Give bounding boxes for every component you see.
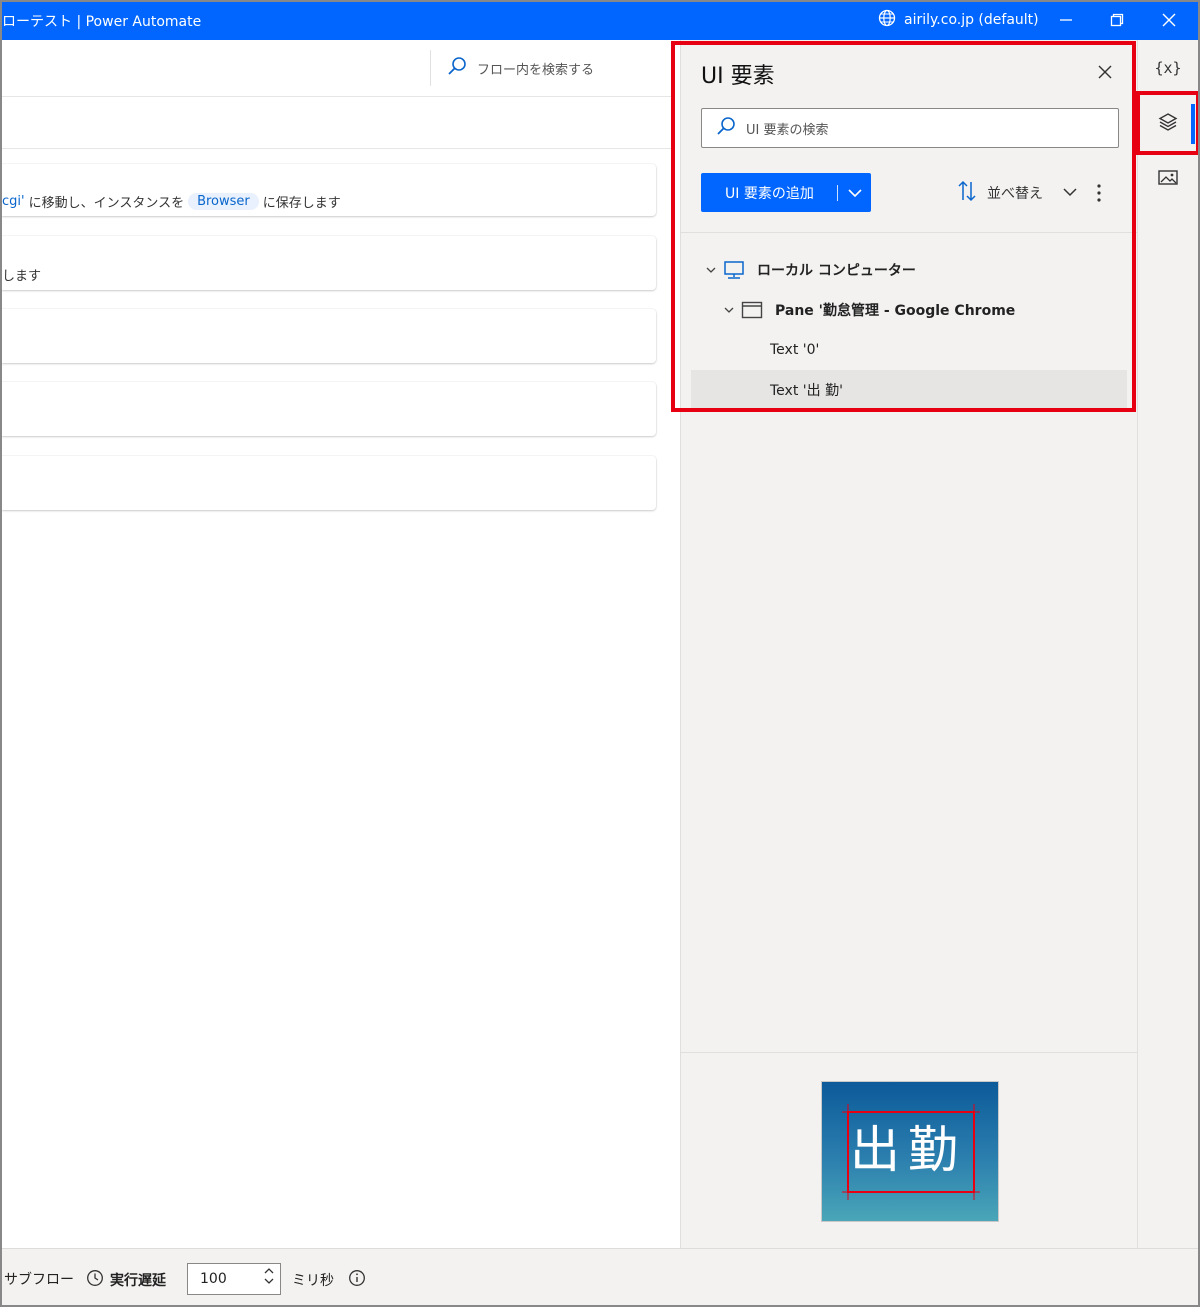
tree-item-label: Pane '勤怠管理 - Google Chrome [775, 303, 1016, 319]
panel-title: UI 要素 [701, 64, 775, 89]
close-icon [1098, 65, 1112, 79]
chevron-up-icon [264, 1268, 274, 1274]
action-text: に保存します [262, 196, 341, 211]
subflow-tabs-bar [2, 97, 673, 149]
search-icon [447, 56, 467, 80]
ui-elements-panel: UI 要素 UI 要素の検索 UI 要素の追加 並べ替え ローカル コンピュータ… [680, 40, 1137, 1248]
active-tab-indicator [1191, 104, 1195, 144]
sort-button[interactable]: 並べ替え [957, 180, 1077, 206]
chevron-down-icon [847, 188, 862, 197]
environment-label: airily.co.jp (default) [904, 12, 1039, 28]
chevron-down-icon [264, 1278, 274, 1284]
action-card[interactable]: cgi' に移動し、インスタンスを Browser に保存します [2, 164, 656, 216]
tree-item-label: Text '出 勤' [770, 383, 843, 399]
action-description: します [2, 265, 41, 284]
window-icon [739, 301, 765, 319]
flow-toolbar: フロー内を検索する [2, 40, 673, 97]
flow-search-placeholder: フロー内を検索する [477, 62, 595, 78]
tree-item-text-0[interactable]: Text '0' [691, 330, 1127, 370]
add-dropdown-button[interactable] [838, 188, 871, 198]
tree-item-text-shukkin[interactable]: Text '出 勤' [691, 370, 1127, 410]
action-description: cgi' に移動し、インスタンスを Browser に保存します [2, 192, 341, 211]
ui-elements-panel-header: UI 要素 UI 要素の検索 UI 要素の追加 並べ替え [681, 40, 1137, 233]
selection-outline [842, 1104, 980, 1200]
search-icon [716, 116, 736, 140]
flow-designer: フロー内を検索する cgi' に移動し、インスタンスを Browser に保存し… [0, 40, 673, 1248]
images-tab[interactable] [1138, 152, 1198, 208]
chevron-down-icon[interactable] [719, 306, 739, 314]
image-icon [1157, 168, 1179, 192]
run-delay-label: 実行遅延 [110, 1273, 166, 1289]
ui-element-search-input[interactable]: UI 要素の検索 [701, 108, 1119, 148]
monitor-icon [721, 260, 747, 280]
window-title: ローテスト | Power Automate [2, 14, 202, 30]
add-ui-element-button[interactable]: UI 要素の追加 [701, 173, 871, 212]
info-icon[interactable] [348, 1269, 366, 1291]
clock-icon [86, 1269, 104, 1291]
run-delay-stepper[interactable] [264, 1267, 274, 1285]
side-rail: {x} [1137, 40, 1200, 1248]
action-text: します [2, 269, 42, 284]
action-card[interactable] [2, 456, 656, 510]
action-card[interactable] [2, 309, 656, 363]
run-delay-input[interactable]: 100 [187, 1263, 281, 1295]
variables-icon: {x} [1154, 59, 1182, 77]
sort-icon [957, 180, 977, 206]
title-bar: ローテスト | Power Automate airily.co.jp (def… [0, 0, 1200, 40]
layers-icon [1157, 111, 1179, 137]
variable-pill[interactable]: Browser [188, 193, 259, 210]
tree-item-pane[interactable]: Pane '勤怠管理 - Google Chrome [691, 290, 1127, 330]
action-text: に移動し、インスタンスを [28, 196, 185, 211]
chevron-down-icon[interactable] [701, 266, 721, 274]
ui-elements-tab[interactable] [1138, 96, 1198, 152]
ui-element-search-placeholder: UI 要素の検索 [746, 122, 829, 138]
globe-icon [878, 9, 896, 31]
panel-close-button[interactable] [1093, 60, 1117, 84]
restore-button[interactable] [1105, 8, 1129, 32]
subflow-label: サブフロー [4, 1272, 74, 1288]
more-options-button[interactable] [1089, 180, 1109, 206]
tree-item-label: Text '0' [770, 342, 820, 358]
run-delay-value: 100 [200, 1271, 227, 1287]
chevron-down-icon [1063, 185, 1077, 201]
add-ui-element-label: UI 要素の追加 [725, 185, 814, 202]
tree-item-local-computer[interactable]: ローカル コンピューター [691, 250, 1127, 290]
variables-tab[interactable]: {x} [1138, 40, 1198, 96]
action-token: cgi' [2, 194, 25, 209]
preview-screenshot: 出勤 [821, 1081, 999, 1222]
sort-label: 並べ替え [987, 186, 1043, 202]
ui-element-preview: 出勤 [681, 1052, 1137, 1248]
run-delay-label-group: 実行遅延 [86, 1269, 166, 1291]
more-vertical-icon [1097, 184, 1101, 202]
status-bar: サブフロー 実行遅延 100 ミリ秒 [0, 1248, 1200, 1307]
minimize-button[interactable] [1054, 8, 1078, 32]
tree-item-label: ローカル コンピューター [757, 263, 916, 279]
environment-selector[interactable]: airily.co.jp (default) [878, 9, 1039, 31]
flow-search-box[interactable]: フロー内を検索する [430, 50, 660, 86]
close-window-button[interactable] [1157, 8, 1181, 32]
action-card[interactable]: します [2, 236, 656, 290]
run-delay-unit: ミリ秒 [292, 1273, 334, 1289]
action-card[interactable] [2, 382, 656, 436]
run-delay-unit-group: ミリ秒 [292, 1269, 366, 1291]
subflow-indicator: サブフロー [4, 1269, 74, 1289]
